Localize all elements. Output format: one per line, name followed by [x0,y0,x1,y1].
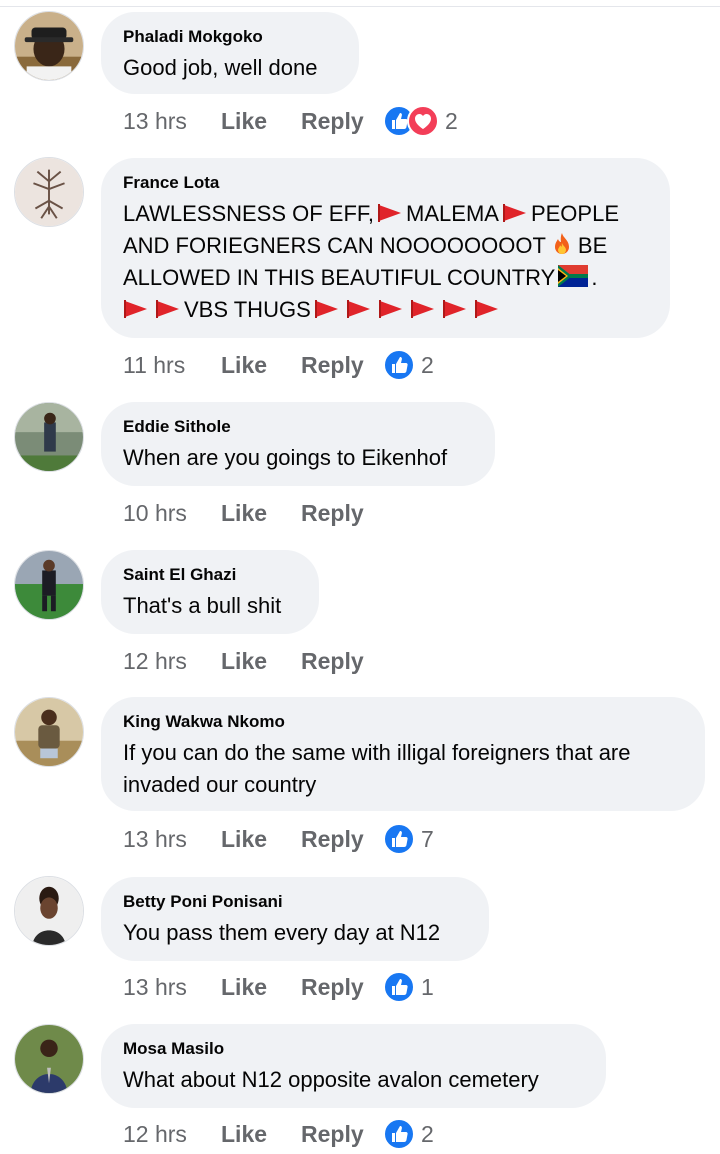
comment-actions: 13 hrs Like Reply 7 [123,819,434,859]
reply-button[interactable]: Reply [301,1121,383,1148]
love-icon [407,105,439,137]
comment-text: If you can do the same with illigal fore… [123,737,683,801]
comment-actions: 11 hrs Like Reply 2 [123,345,434,385]
reaction-summary[interactable]: 2 [383,349,434,381]
reply-button[interactable]: Reply [301,974,383,1001]
timestamp[interactable]: 13 hrs [123,108,221,135]
author-name[interactable]: Betty Poni Ponisani [123,892,467,912]
comment-bubble: Saint El Ghazi That's a bull shit [101,550,319,634]
like-icon [383,1118,415,1150]
comment-bubble: Betty Poni Ponisani You pass them every … [101,877,489,961]
timestamp[interactable]: 10 hrs [123,500,221,527]
triangular-flag-icon [314,299,340,319]
comment-text: That's a bull shit [123,593,282,618]
like-button[interactable]: Like [221,1121,301,1148]
triangular-flag-icon [123,299,149,319]
comment-bubble: Phaladi Mokgoko Good job, well done [101,12,359,94]
text-segment: ALLOWED IN THIS BEAUTIFUL COUNTRY [123,265,556,290]
south-africa-flag-icon [558,265,589,287]
like-button[interactable]: Like [221,500,301,527]
comment-actions: 10 hrs Like Reply [123,493,383,533]
author-name[interactable]: Mosa Masilo [123,1039,584,1059]
like-icon [383,349,415,381]
comment-text: When are you goings to Eikenhof [123,445,448,470]
comment-text: What about N12 opposite avalon cemetery [123,1067,539,1092]
text-segment: VBS THUGS [184,297,311,322]
reaction-count: 2 [421,1120,434,1147]
fire-icon [549,231,575,257]
triangular-flag-icon [377,203,403,223]
top-divider [0,6,720,7]
avatar[interactable] [14,697,84,767]
text-segment: PEOPLE [530,201,619,226]
comment-actions: 13 hrs Like Reply 2 [123,101,458,141]
comment-actions: 12 hrs Like Reply 2 [123,1114,434,1154]
comment-actions: 12 hrs Like Reply [123,641,383,681]
timestamp[interactable]: 13 hrs [123,974,221,1001]
like-icon [383,971,415,1003]
comment-bubble: King Wakwa Nkomo If you can do the same … [101,697,705,811]
like-button[interactable]: Like [221,352,301,379]
reply-button[interactable]: Reply [301,352,383,379]
author-name[interactable]: Eddie Sithole [123,417,473,437]
reaction-count: 2 [445,107,458,134]
triangular-flag-icon [442,299,468,319]
triangular-flag-icon [410,299,436,319]
timestamp[interactable]: 12 hrs [123,1121,221,1148]
reply-button[interactable]: Reply [301,500,383,527]
text-segment: BE [577,233,608,258]
avatar[interactable] [14,550,84,620]
author-name[interactable]: King Wakwa Nkomo [123,712,683,732]
author-name[interactable]: Saint El Ghazi [123,565,297,585]
triangular-flag-icon [155,299,181,319]
text-segment: MALEMA [406,201,499,226]
comment-bubble: Mosa Masilo What about N12 opposite aval… [101,1024,606,1108]
timestamp[interactable]: 12 hrs [123,648,221,675]
triangular-flag-icon [378,299,404,319]
reaction-summary[interactable]: 1 [383,971,434,1003]
reaction-count: 1 [421,973,434,1000]
reply-button[interactable]: Reply [301,648,383,675]
author-name[interactable]: Phaladi Mokgoko [123,27,337,47]
triangular-flag-icon [502,203,528,223]
reaction-count: 2 [421,351,434,378]
reaction-summary[interactable]: 7 [383,823,434,855]
comment-text: You pass them every day at N12 [123,920,441,945]
reply-button[interactable]: Reply [301,826,383,853]
text-line: invaded our country [123,772,317,797]
text-segment: LAWLESSNESS OF EFF, [123,201,375,226]
reaction-summary[interactable]: 2 [383,1118,434,1150]
triangular-flag-icon [474,299,500,319]
timestamp[interactable]: 13 hrs [123,826,221,853]
text-line: If you can do the same with illigal fore… [123,740,631,765]
reaction-count: 7 [421,825,434,852]
comment-bubble: Eddie Sithole When are you goings to Eik… [101,402,495,486]
avatar[interactable] [14,402,84,472]
reaction-summary[interactable]: 2 [383,105,458,137]
text-segment: . [591,265,598,290]
comment-text: LAWLESSNESS OF EFF, MALEMA PEOPLE AND FORI… [123,198,648,326]
like-icon [383,823,415,855]
avatar[interactable] [14,876,84,946]
comment-bubble: France Lota LAWLESSNESS OF EFF, MALEMA PEO… [101,158,670,338]
like-button[interactable]: Like [221,974,301,1001]
text-segment: AND FORIEGNERS CAN NOOOOOOOOT [123,233,546,258]
timestamp[interactable]: 11 hrs [123,352,221,379]
avatar[interactable] [14,11,84,81]
comment-actions: 13 hrs Like Reply 1 [123,967,434,1007]
comment-text: Good job, well done [123,55,318,80]
triangular-flag-icon [346,299,372,319]
author-name[interactable]: France Lota [123,173,648,193]
avatar[interactable] [14,1024,84,1094]
avatar[interactable] [14,157,84,227]
like-button[interactable]: Like [221,108,301,135]
like-button[interactable]: Like [221,648,301,675]
reply-button[interactable]: Reply [301,108,383,135]
like-button[interactable]: Like [221,826,301,853]
